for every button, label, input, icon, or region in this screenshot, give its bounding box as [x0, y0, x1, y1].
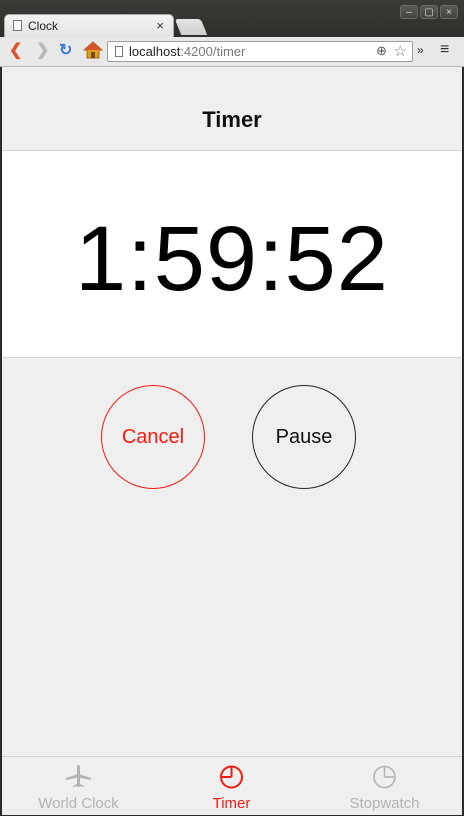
- cancel-button[interactable]: Cancel: [101, 385, 205, 489]
- bottom-tab-bar: World Clock Timer Stopwatch: [2, 756, 462, 815]
- window-controls: – ▢ ×: [400, 5, 458, 19]
- pause-button[interactable]: Pause: [252, 385, 356, 489]
- new-tab-button[interactable]: [174, 19, 208, 35]
- address-bar[interactable]: localhost:4200/timer ⊕ ☆: [107, 41, 413, 62]
- tab-timer[interactable]: Timer: [155, 757, 308, 816]
- page-title: Timer: [202, 107, 262, 132]
- page-header: Timer: [2, 67, 462, 151]
- home-icon[interactable]: [82, 40, 104, 65]
- tab-close-button[interactable]: ×: [156, 18, 164, 33]
- timer-panel: 1:59:52: [2, 151, 462, 358]
- back-icon[interactable]: ❮: [9, 42, 22, 60]
- stopwatch-icon: [373, 765, 396, 789]
- close-window-button[interactable]: ×: [440, 5, 458, 19]
- document-icon: [13, 20, 22, 31]
- timer-display: 1:59:52: [75, 208, 389, 310]
- tab-title: Clock: [28, 19, 59, 33]
- tab-world-clock[interactable]: World Clock: [2, 757, 155, 816]
- browser-toolbar: ❮ ❯ ↻ localhost:4200/timer ⊕ ☆ » ≡: [0, 37, 464, 67]
- zoom-icon[interactable]: ⊕: [376, 43, 387, 59]
- tab-label: Stopwatch: [349, 795, 420, 812]
- tab-stopwatch[interactable]: Stopwatch: [308, 757, 461, 816]
- extensions-chevron-icon[interactable]: »: [417, 43, 424, 57]
- url-text: localhost:4200/timer: [129, 44, 246, 59]
- minimize-button[interactable]: –: [400, 5, 418, 19]
- maximize-button[interactable]: ▢: [420, 5, 438, 19]
- tab-label: Timer: [212, 795, 251, 812]
- window-titlebar: Clock × – ▢ ×: [0, 0, 464, 37]
- page-icon: [115, 46, 123, 57]
- timer-page: Timer 1:59:52 Cancel Pause World Clock T…: [2, 67, 462, 815]
- browser-tab[interactable]: Clock ×: [4, 14, 174, 37]
- timer-icon: [220, 765, 243, 789]
- tab-label: World Clock: [38, 795, 119, 812]
- airplane-icon: [66, 765, 91, 787]
- reload-icon[interactable]: ↻: [59, 42, 72, 60]
- forward-icon[interactable]: ❯: [36, 42, 49, 60]
- bookmark-star-icon[interactable]: ☆: [394, 42, 407, 60]
- menu-icon[interactable]: ≡: [440, 41, 449, 59]
